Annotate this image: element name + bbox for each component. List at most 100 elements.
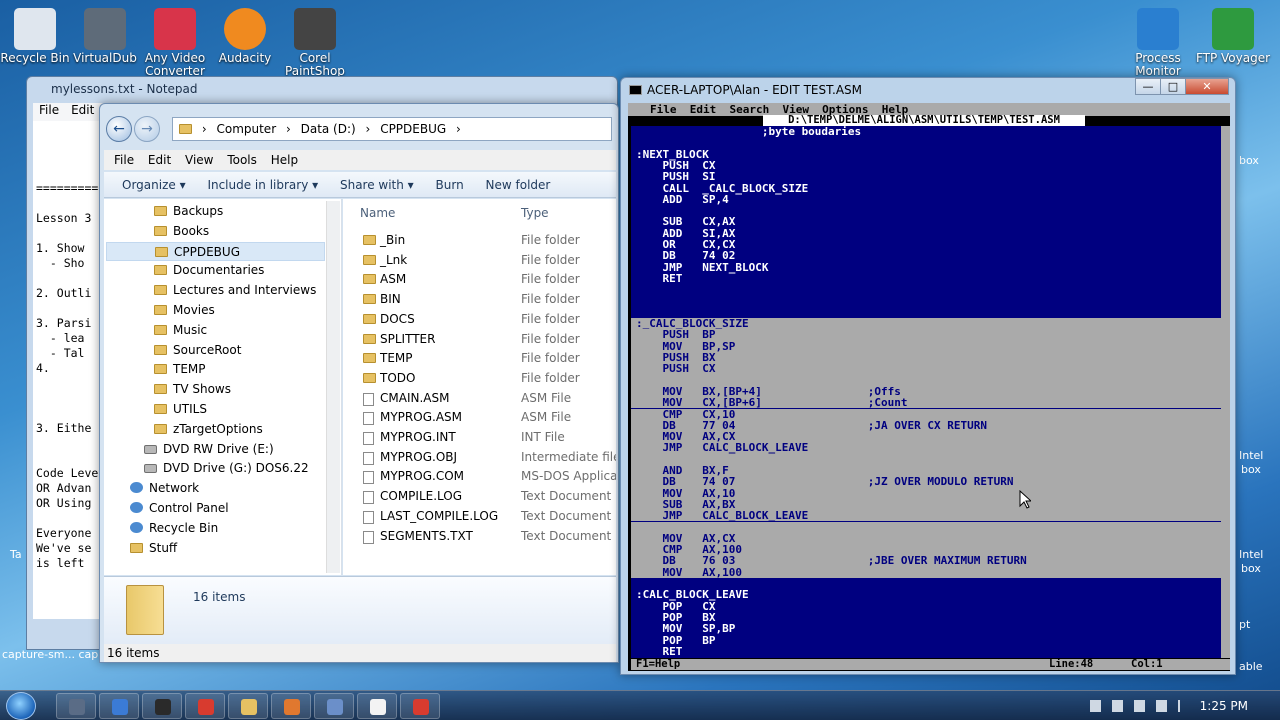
any-video-converter-glyph (154, 8, 196, 50)
nav-item-label: UTILS (173, 402, 207, 416)
large-folder-icon (126, 585, 164, 635)
file-row[interactable]: CMAIN.ASM ASM File (343, 389, 616, 408)
code-line: JMP NEXT_BLOCK (636, 260, 769, 274)
nav-item[interactable]: TEMP (154, 360, 206, 379)
nav-item[interactable]: DVD Drive (G:) DOS6.22 (144, 459, 309, 478)
code-line: ;byte boudaries (636, 126, 862, 138)
nav-item[interactable]: TV Shows (154, 380, 231, 399)
file-row[interactable]: SEGMENTS.TXT Text Document (343, 527, 616, 546)
dos-screen[interactable]: File Edit Search View Options Help D:\TE… (628, 103, 1230, 671)
nav-item[interactable]: DVD RW Drive (E:) (144, 440, 274, 459)
file-row[interactable]: BIN File folder (343, 290, 616, 309)
breadcrumb-data-d[interactable]: Data (D:) (301, 122, 356, 136)
nav-item[interactable]: Stuff (130, 539, 177, 558)
maximize-button[interactable]: □ (1160, 78, 1186, 95)
file-row[interactable]: TODO File folder (343, 369, 616, 388)
file-row[interactable]: DOCS File folder (343, 310, 616, 329)
nav-item[interactable]: CPPDEBUG (106, 241, 325, 261)
taskbar-app-button[interactable] (271, 693, 311, 719)
code-line: PUSH CX (636, 158, 716, 172)
ftp-voyager-icon[interactable]: FTP Voyager (1194, 8, 1272, 65)
address-bar[interactable]: › Computer › Data (D:) › CPPDEBUG › (172, 117, 612, 141)
corel-paintshop-icon[interactable]: Corel PaintShop (280, 8, 350, 76)
notepad-menu-file[interactable]: File (39, 103, 59, 117)
right-desktop-fragment: pt (1239, 618, 1251, 631)
minimize-button[interactable]: — (1135, 78, 1161, 95)
nav-item[interactable]: Documentaries (154, 261, 264, 280)
any-video-converter-icon[interactable]: Any Video Converter (140, 8, 210, 76)
file-icon (363, 491, 374, 505)
recycle-bin-icon[interactable]: Recycle Bin (0, 8, 70, 65)
file-row[interactable]: SPLITTER File folder (343, 330, 616, 349)
nav-item[interactable]: Control Panel (130, 499, 229, 518)
file-row[interactable]: MYPROG.ASM ASM File (343, 408, 616, 427)
nav-item-label: Music (173, 322, 208, 337)
forward-button[interactable]: → (134, 116, 160, 142)
column-header-type[interactable]: Type (521, 206, 549, 220)
audacity-glyph (224, 8, 266, 50)
nav-item-label: Backups (173, 204, 224, 218)
file-row[interactable]: ASM File folder (343, 270, 616, 289)
burn-button[interactable]: Burn (436, 178, 464, 192)
nav-item[interactable]: Lectures and Interviews (154, 281, 316, 300)
taskbar-app-button[interactable] (314, 693, 354, 719)
taskbar-app-button[interactable] (142, 693, 182, 719)
taskbar-app-button[interactable] (357, 693, 397, 719)
explorer-window[interactable]: ← → › Computer › Data (D:) › CPPDEBUG › … (99, 103, 619, 663)
column-header-name[interactable]: Name (360, 206, 395, 220)
nav-item[interactable]: Books (154, 222, 209, 241)
file-name: MYPROG.ASM (380, 410, 462, 425)
taskbar-app-button[interactable] (400, 693, 440, 719)
new-folder-button[interactable]: New folder (486, 178, 551, 192)
file-row[interactable]: MYPROG.COM MS-DOS Applicatio (343, 467, 616, 486)
virtualdub-icon[interactable]: VirtualDub (70, 8, 140, 65)
taskbar-app-button[interactable] (56, 693, 96, 719)
nav-item[interactable]: Backups (154, 202, 223, 221)
close-button[interactable]: ✕ (1185, 78, 1229, 95)
file-row[interactable]: LAST_COMPILE.LOG Text Document (343, 507, 616, 526)
editor-scrollbar[interactable] (1221, 126, 1230, 658)
nav-item[interactable]: zTargetOptions (154, 420, 263, 439)
include-in-library-button[interactable]: Include in library ▾ (207, 178, 318, 192)
code-line: MOV CX,[BP+6] ;Count (631, 397, 1221, 408)
nav-item[interactable]: Network (130, 479, 199, 498)
file-row[interactable]: TEMP File folder (343, 349, 616, 368)
code-line: DB 74 02 (636, 249, 736, 263)
clock[interactable]: 1:25 PM (1200, 699, 1248, 713)
menu-tools[interactable]: Tools (227, 153, 257, 167)
back-button[interactable]: ← (106, 116, 132, 142)
taskbar-app-button[interactable] (185, 693, 225, 719)
app-icon (155, 699, 171, 715)
nav-item[interactable]: Recycle Bin (130, 519, 218, 538)
nav-item[interactable]: Movies (154, 301, 215, 320)
menu-file[interactable]: File (114, 153, 134, 167)
audacity-icon[interactable]: Audacity (210, 8, 280, 65)
nav-item[interactable]: Music (154, 321, 207, 340)
taskbar-app-button[interactable] (228, 693, 268, 719)
taskbar-app-button[interactable] (99, 693, 139, 719)
dos-edit-window[interactable]: ACER-LAPTOP\Alan - EDIT TEST.ASM — □ ✕ Fil… (620, 77, 1236, 675)
start-button[interactable] (6, 692, 36, 720)
file-row[interactable]: MYPROG.OBJ Intermediate file (343, 448, 616, 467)
menu-edit[interactable]: Edit (148, 153, 171, 167)
folder-icon (154, 206, 167, 216)
file-name: DOCS (380, 311, 415, 326)
menu-view[interactable]: View (185, 153, 213, 167)
file-row[interactable]: MYPROG.INT INT File (343, 428, 616, 447)
file-row[interactable]: COMPILE.LOG Text Document (343, 487, 616, 506)
breadcrumb-cppdebug[interactable]: CPPDEBUG (380, 122, 446, 136)
notepad-menu-edit[interactable]: Edit (71, 103, 94, 117)
file-row[interactable]: _Lnk File folder (343, 251, 616, 270)
breadcrumb-computer[interactable]: Computer (216, 122, 276, 136)
navigation-scrollbar[interactable] (326, 201, 340, 573)
nav-item[interactable]: UTILS (154, 400, 207, 419)
file-row[interactable]: _Bin File folder (343, 231, 616, 250)
share-with-button[interactable]: Share with ▾ (340, 178, 414, 192)
editor-text-area[interactable]: ;byte boudaries:NEXT_BLOCK PUSH CX PUSH … (631, 126, 1221, 658)
notepad-title: mylessons.txt - Notepad (51, 82, 198, 96)
process-monitor-icon[interactable]: Process Monitor (1123, 8, 1193, 76)
menu-help[interactable]: Help (271, 153, 298, 167)
nav-item[interactable]: SourceRoot (154, 341, 241, 360)
folder-icon (154, 384, 167, 395)
organize-button[interactable]: Organize ▾ (122, 178, 186, 192)
